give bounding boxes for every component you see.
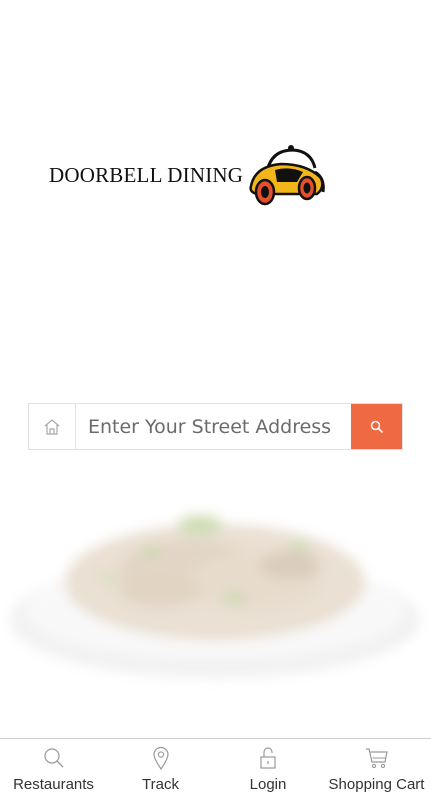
nav-label-login: Login <box>249 776 287 793</box>
cloche-car-logo-icon <box>249 145 325 206</box>
nav-label-shopping-cart: Shopping Cart <box>328 776 425 793</box>
bottom-navigation: Restaurants Track Login Shopping Cart <box>0 738 431 800</box>
hero-background <box>0 0 431 738</box>
brand-logo: DOORBELL DINING <box>49 140 339 210</box>
home-icon-box <box>29 404 76 449</box>
nav-label-track: Track <box>142 776 179 793</box>
cart-icon <box>365 746 389 770</box>
search-icon <box>43 746 65 770</box>
address-search-bar <box>28 403 403 450</box>
lock-icon <box>259 746 277 770</box>
home-icon <box>44 418 60 435</box>
nav-shopping-cart[interactable]: Shopping Cart <box>322 739 431 800</box>
nav-login[interactable]: Login <box>214 739 322 800</box>
search-submit-button[interactable] <box>351 404 402 449</box>
brand-name: DOORBELL DINING <box>49 162 244 187</box>
nav-label-restaurants: Restaurants <box>13 776 94 793</box>
nav-track[interactable]: Track <box>107 739 214 800</box>
food-plate-image <box>0 470 431 738</box>
map-pin-icon <box>152 746 170 770</box>
nav-restaurants[interactable]: Restaurants <box>0 739 107 800</box>
street-address-input[interactable] <box>76 404 351 449</box>
search-icon <box>370 420 383 433</box>
